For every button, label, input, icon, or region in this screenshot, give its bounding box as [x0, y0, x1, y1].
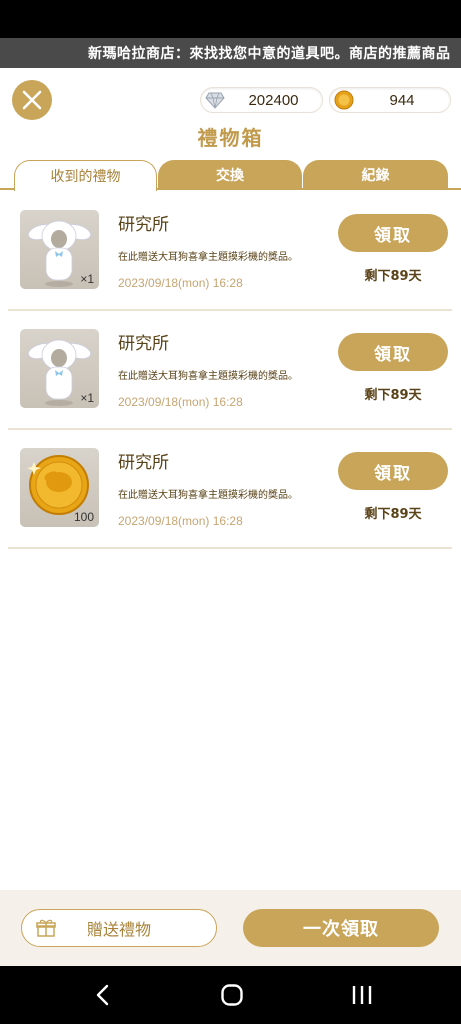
back-nav-button[interactable] — [83, 980, 123, 1010]
item-thumbnail: 100 — [20, 448, 99, 527]
tab-received-gifts[interactable]: 收到的禮物 — [14, 160, 157, 191]
diamond-icon — [205, 90, 225, 110]
coin-icon — [334, 90, 354, 110]
diamond-amount: 202400 — [248, 91, 299, 109]
gift-title: 研究所 — [118, 215, 169, 235]
days-remaining: 剩下89天 — [364, 388, 422, 403]
gift-row: 100 研究所 在此贈送大耳狗喜拿主題摸彩機的獎品。 2023/09/18(mo… — [8, 430, 452, 549]
ticker-text: 新瑪哈拉商店：來找找您中意的道具吧。商店的推薦商品 — [88, 46, 451, 62]
gift-list: ×1 研究所 在此贈送大耳狗喜拿主題摸彩機的獎品。 2023/09/18(mon… — [8, 192, 452, 549]
gift-icon — [36, 919, 56, 937]
item-thumbnail: ×1 — [20, 210, 99, 289]
home-nav-button[interactable] — [212, 980, 252, 1010]
item-thumbnail: ×1 — [20, 329, 99, 408]
gift-title: 研究所 — [118, 453, 169, 473]
gift-title: 研究所 — [118, 334, 169, 354]
back-icon — [96, 984, 109, 1006]
item-quantity: 100 — [73, 510, 94, 524]
gift-description: 在此贈送大耳狗喜拿主題摸彩機的獎品。 — [118, 252, 298, 263]
bottom-action-bar: 贈送禮物 一次領取 — [0, 890, 461, 966]
days-remaining: 剩下89天 — [364, 269, 422, 284]
gift-date: 2023/09/18(mon) 16:28 — [118, 395, 243, 409]
gift-box-screen: 202400 944 禮物箱 收到的禮物 交換 紀錄 ×1 研究所 在此贈送大耳… — [0, 68, 461, 966]
gift-description: 在此贈送大耳狗喜拿主題摸彩機的獎品。 — [118, 490, 298, 501]
recents-icon — [352, 986, 372, 1004]
gift-date: 2023/09/18(mon) 16:28 — [118, 514, 243, 528]
claim-button[interactable]: 領取 — [338, 452, 448, 490]
system-nav-bar — [0, 966, 461, 1024]
claim-button[interactable]: 領取 — [338, 333, 448, 371]
gift-description: 在此贈送大耳狗喜拿主題摸彩機的獎品。 — [118, 371, 298, 382]
status-bar — [0, 0, 461, 38]
page-title: 禮物箱 — [197, 126, 264, 150]
send-gift-button[interactable]: 贈送禮物 — [21, 909, 217, 947]
close-button[interactable] — [12, 80, 52, 120]
gift-date: 2023/09/18(mon) 16:28 — [118, 276, 243, 290]
close-icon — [22, 90, 42, 110]
coin-balance: 944 — [329, 87, 451, 113]
gift-row: ×1 研究所 在此贈送大耳狗喜拿主題摸彩機的獎品。 2023/09/18(mon… — [8, 192, 452, 311]
recents-nav-button[interactable] — [342, 980, 382, 1010]
tab-history[interactable]: 紀錄 — [303, 160, 448, 190]
coin-amount: 944 — [389, 91, 415, 109]
claim-button[interactable]: 領取 — [338, 214, 448, 252]
diamond-balance: 202400 — [200, 87, 323, 113]
days-remaining: 剩下89天 — [364, 507, 422, 522]
item-quantity: ×1 — [80, 391, 94, 405]
tab-bar: 收到的禮物 交換 紀錄 — [0, 160, 461, 191]
news-ticker: 新瑪哈拉商店：來找找您中意的道具吧。商店的推薦商品 — [0, 38, 461, 68]
gift-row: ×1 研究所 在此贈送大耳狗喜拿主題摸彩機的獎品。 2023/09/18(mon… — [8, 311, 452, 430]
home-icon — [221, 984, 243, 1006]
item-quantity: ×1 — [80, 272, 94, 286]
tab-exchange[interactable]: 交換 — [158, 160, 302, 190]
send-gift-label: 贈送禮物 — [86, 920, 151, 939]
claim-all-button[interactable]: 一次領取 — [243, 909, 439, 947]
